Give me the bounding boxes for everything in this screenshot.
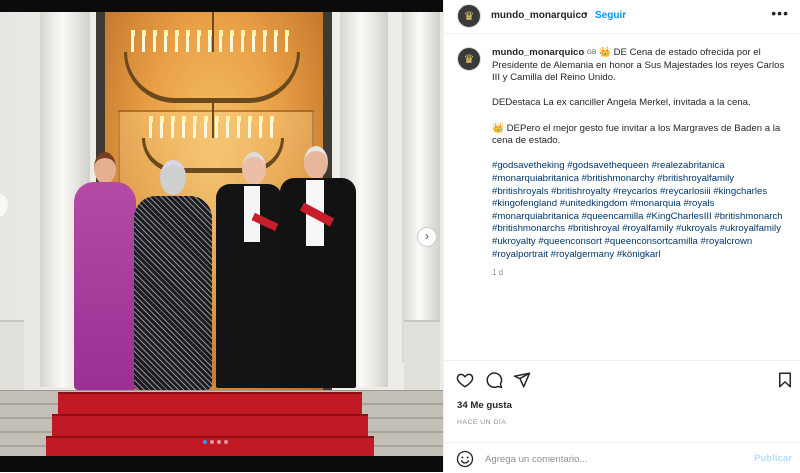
- image-bottom-border: [0, 456, 443, 472]
- caption-paragraph: mundo_monarquico GB 👑 DE Cena de estado …: [492, 47, 792, 85]
- red-carpet: [52, 414, 368, 436]
- crown-icon[interactable]: ♛: [457, 4, 481, 28]
- post-image[interactable]: ›: [0, 0, 443, 472]
- hashtag-list[interactable]: #godsavetheking #godsavethequeen #realez…: [492, 160, 792, 261]
- like-count[interactable]: 34 Me gusta: [457, 400, 512, 411]
- crown-icon[interactable]: ♛: [457, 47, 481, 71]
- carousel-dot: [224, 440, 228, 444]
- post-details-panel: ♛ mundo_monarquico • Seguir ••• ♛ mundo_…: [443, 0, 800, 472]
- carousel-next-button[interactable]: ›: [417, 227, 437, 247]
- comment-bar: Publicar: [444, 442, 800, 473]
- paper-plane-icon[interactable]: [513, 371, 531, 389]
- action-bar: [444, 360, 800, 399]
- comment-input[interactable]: [485, 451, 735, 467]
- follow-button[interactable]: Seguir: [595, 10, 626, 21]
- heart-icon[interactable]: [456, 371, 474, 389]
- image-top-border: [0, 0, 443, 12]
- post-header: ♛ mundo_monarquico • Seguir •••: [444, 0, 800, 34]
- caption-line-3: 👑 DEPero el mejor gesto fue invitar a lo…: [492, 122, 781, 147]
- carousel-dot: [210, 440, 214, 444]
- post-timestamp: HACE UN DÍA: [457, 419, 507, 426]
- right-column-base: [404, 320, 440, 394]
- caption-username[interactable]: mundo_monarquico: [492, 47, 584, 58]
- left-column-base: [0, 320, 24, 394]
- caption-time-ago: 1 d: [492, 268, 504, 278]
- carousel-dot: [203, 440, 207, 444]
- red-carpet: [58, 392, 362, 414]
- separator-dot: •: [584, 9, 588, 20]
- carousel-dot: [217, 440, 221, 444]
- header-username[interactable]: mundo_monarquico: [491, 10, 587, 21]
- country-badge: GB: [586, 49, 597, 56]
- smiley-icon[interactable]: [456, 450, 474, 468]
- publish-button[interactable]: Publicar: [754, 453, 792, 464]
- more-options-icon[interactable]: •••: [771, 5, 789, 21]
- carousel-dots: [203, 440, 228, 446]
- caption-line-2: DEDestaca La ex canciller Angela Merkel,…: [492, 97, 751, 109]
- comment-bubble-icon[interactable]: [485, 371, 503, 389]
- far-right-column: [402, 12, 440, 362]
- bookmark-icon[interactable]: [776, 371, 794, 389]
- chandelier-upper: [124, 30, 300, 103]
- caption-body: mundo_monarquico GB 👑 DE Cena de estado …: [492, 47, 792, 280]
